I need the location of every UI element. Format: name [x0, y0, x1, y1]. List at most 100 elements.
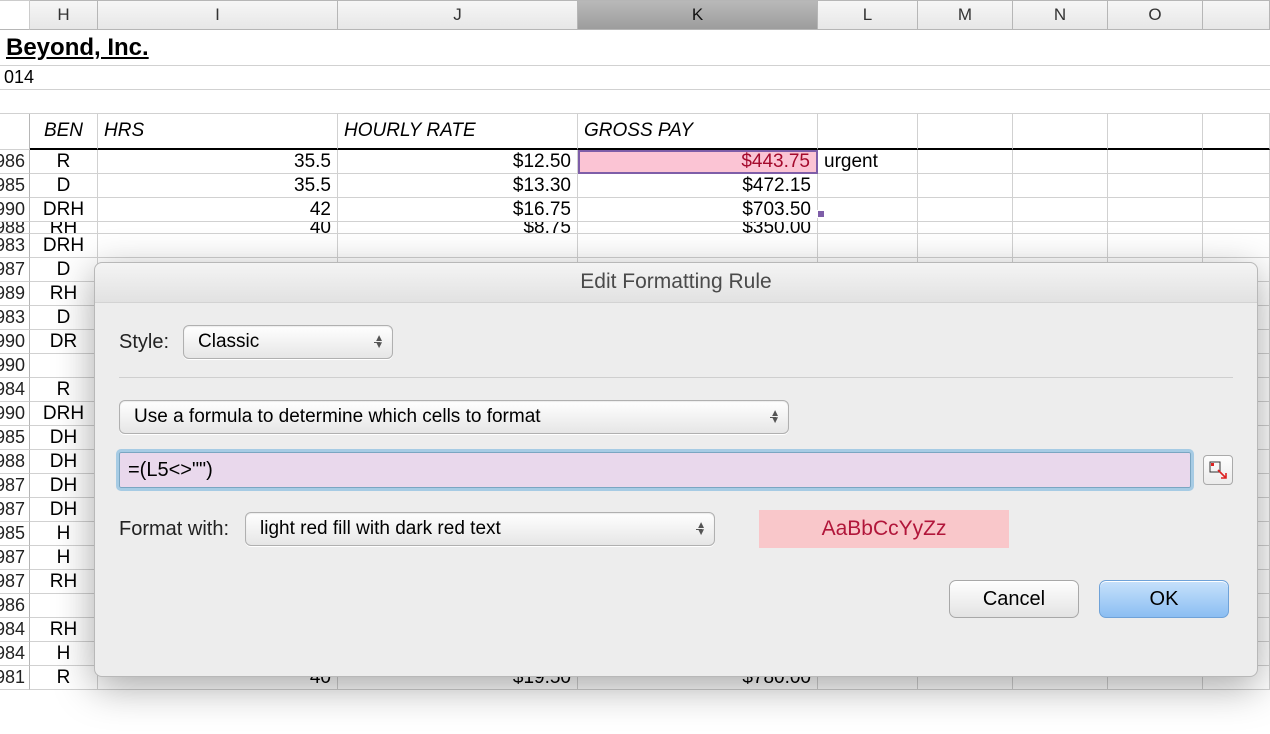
cell-ben[interactable]: DH: [30, 426, 98, 450]
row-header[interactable]: 987: [0, 258, 30, 282]
row-header[interactable]: 986: [0, 150, 30, 174]
row-header[interactable]: 990: [0, 354, 30, 378]
cell-ben[interactable]: D: [30, 258, 98, 282]
cell-note[interactable]: [818, 222, 918, 234]
row-header[interactable]: 988: [0, 222, 30, 234]
cell-rate[interactable]: $12.50: [338, 150, 578, 174]
cell-ben[interactable]: [30, 594, 98, 618]
cell-ben[interactable]: DRH: [30, 402, 98, 426]
cell-note[interactable]: [818, 234, 918, 258]
ok-button[interactable]: OK: [1099, 580, 1229, 618]
cell[interactable]: [1203, 222, 1270, 234]
column-header-O[interactable]: O: [1108, 0, 1203, 30]
cancel-button[interactable]: Cancel: [949, 580, 1079, 618]
cell[interactable]: [918, 174, 1013, 198]
cell[interactable]: [918, 222, 1013, 234]
cell[interactable]: [1108, 222, 1203, 234]
cell-ben[interactable]: [30, 354, 98, 378]
cell-ben[interactable]: R: [30, 666, 98, 690]
row-header[interactable]: 987: [0, 474, 30, 498]
style-select[interactable]: Classic ▲▼: [183, 325, 393, 359]
cell[interactable]: [1013, 222, 1108, 234]
format-with-select[interactable]: light red fill with dark red text ▲▼: [245, 512, 715, 546]
range-selector-button[interactable]: [1203, 455, 1233, 485]
cell-pay[interactable]: [578, 234, 818, 258]
row-header[interactable]: 987: [0, 498, 30, 522]
row-header[interactable]: 985: [0, 174, 30, 198]
cell-ben[interactable]: DH: [30, 474, 98, 498]
cell-ben[interactable]: H: [30, 522, 98, 546]
cell[interactable]: [918, 234, 1013, 258]
cell[interactable]: [1013, 150, 1108, 174]
column-header-J[interactable]: J: [338, 0, 578, 30]
cell-ben[interactable]: R: [30, 150, 98, 174]
cell-pay[interactable]: $472.15: [578, 174, 818, 198]
cell[interactable]: [918, 150, 1013, 174]
row-header[interactable]: 990: [0, 198, 30, 222]
cell-ben[interactable]: DRH: [30, 198, 98, 222]
cell-hrs[interactable]: 40: [98, 222, 338, 234]
cell[interactable]: [1108, 150, 1203, 174]
cell[interactable]: [1108, 198, 1203, 222]
cell-hrs[interactable]: 42: [98, 198, 338, 222]
cell[interactable]: [1203, 150, 1270, 174]
cell[interactable]: [1203, 198, 1270, 222]
row-header[interactable]: 983: [0, 234, 30, 258]
cell-rate[interactable]: $8.75: [338, 222, 578, 234]
cell-ben[interactable]: DRH: [30, 234, 98, 258]
cell[interactable]: [1108, 174, 1203, 198]
cell-rate[interactable]: $16.75: [338, 198, 578, 222]
cell[interactable]: [1013, 198, 1108, 222]
row-header[interactable]: 990: [0, 330, 30, 354]
cell-ben[interactable]: DR: [30, 330, 98, 354]
cell-hrs[interactable]: 35.5: [98, 150, 338, 174]
cell-rate[interactable]: $13.30: [338, 174, 578, 198]
cell-ben[interactable]: R: [30, 378, 98, 402]
cell-ben[interactable]: RH: [30, 618, 98, 642]
column-header-N[interactable]: N: [1013, 0, 1108, 30]
cell[interactable]: [1203, 234, 1270, 258]
column-header-H[interactable]: H: [30, 0, 98, 30]
cell-pay[interactable]: $443.75: [578, 150, 818, 174]
row-header[interactable]: 986: [0, 594, 30, 618]
cell-hrs[interactable]: 35.5: [98, 174, 338, 198]
cell-ben[interactable]: H: [30, 642, 98, 666]
row-header[interactable]: 984: [0, 378, 30, 402]
row-header[interactable]: 984: [0, 618, 30, 642]
cell-ben[interactable]: RH: [30, 570, 98, 594]
cell-rate[interactable]: [338, 234, 578, 258]
row-header[interactable]: 983: [0, 306, 30, 330]
row-header[interactable]: 985: [0, 522, 30, 546]
rule-type-select[interactable]: Use a formula to determine which cells t…: [119, 400, 789, 434]
row-header[interactable]: 987: [0, 546, 30, 570]
row-header[interactable]: 985: [0, 426, 30, 450]
row-header[interactable]: 989: [0, 282, 30, 306]
cell-ben[interactable]: RH: [30, 282, 98, 306]
cell-hrs[interactable]: [98, 234, 338, 258]
cell-pay[interactable]: $703.50: [578, 198, 818, 222]
cell[interactable]: [1013, 234, 1108, 258]
column-header-K[interactable]: K: [578, 0, 818, 30]
row-header[interactable]: 981: [0, 666, 30, 690]
column-header-L[interactable]: L: [818, 0, 918, 30]
cell-note[interactable]: urgent: [818, 150, 918, 174]
row-header[interactable]: 987: [0, 570, 30, 594]
cell-pay[interactable]: $350.00: [578, 222, 818, 234]
cell-note[interactable]: [818, 174, 918, 198]
cell-ben[interactable]: D: [30, 306, 98, 330]
row-header[interactable]: 984: [0, 642, 30, 666]
cell-ben[interactable]: H: [30, 546, 98, 570]
formula-input[interactable]: [119, 452, 1191, 488]
cell[interactable]: [918, 198, 1013, 222]
row-header[interactable]: 988: [0, 450, 30, 474]
column-header-I[interactable]: I: [98, 0, 338, 30]
cell[interactable]: [1203, 174, 1270, 198]
cell-ben[interactable]: DH: [30, 450, 98, 474]
cell-ben[interactable]: D: [30, 174, 98, 198]
cell[interactable]: [1013, 174, 1108, 198]
row-header[interactable]: 990: [0, 402, 30, 426]
selection-handle[interactable]: [817, 210, 825, 218]
cell-ben[interactable]: RH: [30, 222, 98, 234]
cell[interactable]: [1108, 234, 1203, 258]
cell-ben[interactable]: DH: [30, 498, 98, 522]
